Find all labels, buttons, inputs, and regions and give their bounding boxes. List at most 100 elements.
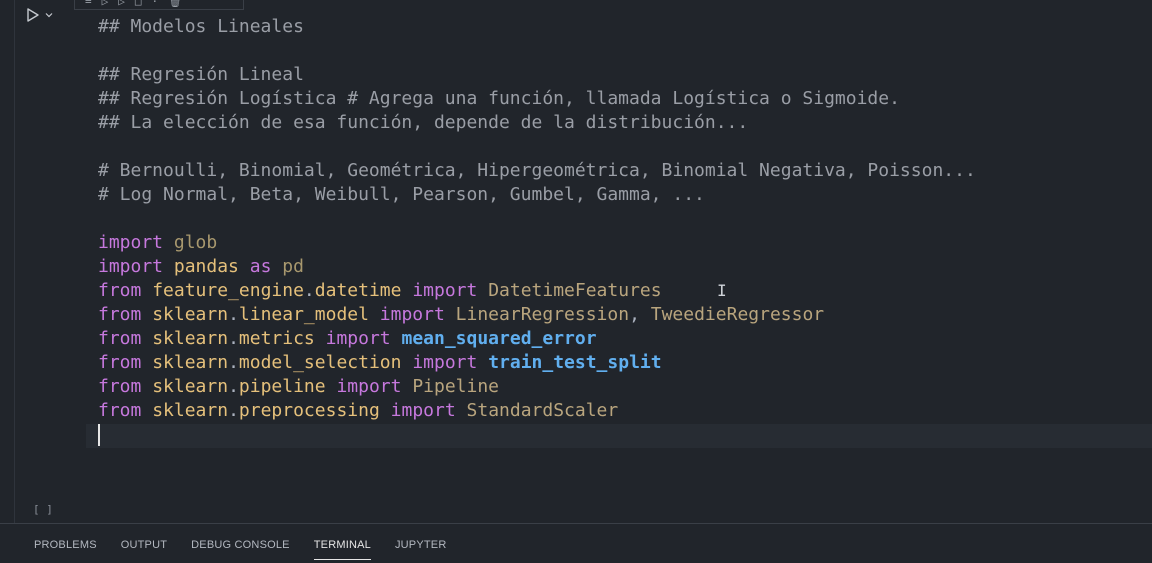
code-token: sklearn	[152, 400, 229, 421]
code-token: datetime	[314, 280, 402, 301]
code-token: LinearRegression	[455, 304, 630, 325]
code-line: from sklearn.pipeline import Pipeline	[98, 375, 976, 399]
code-line: # Log Normal, Beta, Weibull, Pearson, Gu…	[98, 183, 976, 207]
code-token: sklearn	[152, 328, 229, 349]
code-token: pipeline	[238, 376, 326, 397]
code-token: from	[98, 280, 142, 301]
code-line: ## Modelos Lineales	[98, 15, 976, 39]
code-line: ## La elección de esa función, depende d…	[98, 111, 976, 135]
code-token: # Log Normal, Beta, Weibull, Pearson, Gu…	[98, 184, 705, 205]
tab-terminal[interactable]: TERMINAL	[313, 528, 371, 560]
code-token: DatetimeFeatures	[488, 280, 662, 301]
run-cell-button[interactable]	[26, 7, 54, 23]
code-token: import	[98, 232, 164, 253]
code-token: metrics	[238, 328, 315, 349]
chevron-down-icon[interactable]	[44, 10, 54, 20]
cell-toolbar: = ▷ ▷ □ · 🗑	[74, 0, 244, 10]
execution-count: [ ]	[33, 503, 53, 516]
more-icon[interactable]: ·	[152, 0, 159, 7]
code-token: ## Modelos Lineales	[98, 16, 304, 37]
code-line: import pandas as pd	[98, 255, 976, 279]
code-token: ## La elección de esa función, depende d…	[98, 112, 749, 133]
code-token: train_test_split	[488, 352, 662, 373]
code-line: from sklearn.metrics import mean_squared…	[98, 327, 976, 351]
code-editor[interactable]: ## Modelos Lineales ## Regresión Lineal #…	[98, 15, 976, 447]
code-token: .	[228, 328, 239, 349]
cell-left-border	[14, 0, 15, 523]
code-token: StandardScaler	[466, 400, 619, 421]
code-token: .	[228, 376, 239, 397]
code-token: sklearn	[152, 352, 229, 373]
code-token: .	[228, 304, 239, 325]
code-token: from	[98, 352, 142, 373]
code-line: from sklearn.model_selection import trai…	[98, 351, 976, 375]
code-token: import	[325, 328, 391, 349]
code-token: model_selection	[238, 352, 402, 373]
code-token: import	[336, 376, 402, 397]
code-token: sklearn	[152, 376, 229, 397]
collapse-icon[interactable]: □	[135, 0, 142, 7]
code-line: # Bernoulli, Binomial, Geométrica, Hiper…	[98, 159, 976, 183]
tab-output[interactable]: OUTPUT	[121, 528, 167, 560]
delete-icon[interactable]: 🗑	[168, 0, 182, 7]
code-line: ## Regresión Logística # Agrega una func…	[98, 87, 976, 111]
mouse-ibeam-cursor: I	[717, 281, 727, 300]
code-token: glob	[173, 232, 218, 253]
code-token: import	[98, 256, 164, 277]
code-token: from	[98, 376, 142, 397]
code-line: from feature_engine.datetime import Date…	[98, 279, 976, 303]
code-token: import	[412, 352, 478, 373]
code-token: import	[412, 280, 478, 301]
code-token: as	[249, 256, 272, 277]
code-line: from sklearn.linear_model import LinearR…	[98, 303, 976, 327]
code-line: ## Regresión Lineal	[98, 63, 976, 87]
play-icon[interactable]	[26, 7, 40, 23]
tab-problems[interactable]: PROBLEMS	[34, 528, 97, 560]
code-token: Pipeline	[412, 376, 500, 397]
code-token: # Bernoulli, Binomial, Geométrica, Hiper…	[98, 160, 976, 181]
code-token: ## Regresión Logística # Agrega una func…	[98, 88, 900, 109]
code-token: ## Regresión Lineal	[98, 64, 304, 85]
code-token: from	[98, 304, 142, 325]
code-token: sklearn	[152, 304, 229, 325]
code-token: linear_model	[238, 304, 369, 325]
code-token: .	[228, 352, 239, 373]
notebook-editor: = ▷ ▷ □ · 🗑 ## Modelos Lineales ## Regre…	[0, 0, 1152, 563]
code-token: import	[390, 400, 456, 421]
code-token: preprocessing	[238, 400, 380, 421]
code-token: .	[303, 280, 315, 301]
code-token: from	[98, 328, 142, 349]
panel-tab-bar: PROBLEMS OUTPUT DEBUG CONSOLE TERMINAL JUPYT…	[0, 523, 1152, 563]
tab-jupyter[interactable]: JUPYTER	[395, 528, 447, 560]
code-token: import	[379, 304, 445, 325]
code-token: pandas	[173, 256, 239, 277]
execute-below-icon[interactable]: ▷	[118, 0, 125, 7]
code-line: import glob	[98, 231, 976, 255]
tab-debug-console[interactable]: DEBUG CONSOLE	[191, 528, 290, 560]
split-cell-icon[interactable]: =	[85, 0, 92, 7]
cursor-line	[98, 423, 976, 447]
execute-above-icon[interactable]: ▷	[102, 0, 109, 7]
code-token: .	[228, 400, 239, 421]
code-token: ,	[629, 304, 651, 325]
